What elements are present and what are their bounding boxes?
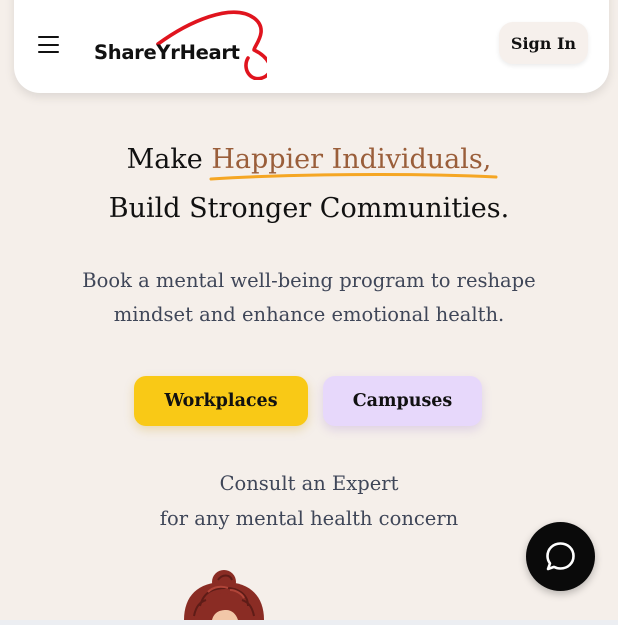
top-header: ShareYrHeart Sign In xyxy=(14,0,609,93)
chat-bubble-icon xyxy=(546,542,575,571)
chat-button[interactable] xyxy=(526,522,595,591)
hamburger-menu-icon[interactable] xyxy=(38,36,59,54)
subtitle-line2: mindset and enhance emotional health. xyxy=(113,303,505,326)
workplaces-button[interactable]: Workplaces xyxy=(134,376,308,426)
expert-avatar xyxy=(178,566,272,620)
sign-in-button[interactable]: Sign In xyxy=(499,22,588,64)
underline-squiggle-icon xyxy=(209,173,498,181)
consult-expert-text: Consult an Expert for any mental health … xyxy=(80,466,538,536)
consult-line1: Consult an Expert xyxy=(219,472,399,495)
subtitle-line1: Book a mental well-being program to resh… xyxy=(82,269,536,292)
bottom-strip xyxy=(0,620,618,625)
hero-headline-line1: Make Happier Individuals, xyxy=(0,144,618,181)
expert-avatar-illustration xyxy=(184,570,264,620)
hero-headline-line2: Build Stronger Communities. xyxy=(108,193,510,224)
hero-prefix: Make xyxy=(126,144,212,175)
hero-highlight: Happier Individuals, xyxy=(209,144,498,181)
hero-subtitle: Book a mental well-being program to resh… xyxy=(60,264,558,332)
campuses-button[interactable]: Campuses xyxy=(323,376,482,426)
logo-text: ShareYrHeart xyxy=(94,41,240,64)
consult-line2: for any mental health concern xyxy=(159,507,459,530)
brand-logo[interactable]: ShareYrHeart xyxy=(92,8,267,80)
